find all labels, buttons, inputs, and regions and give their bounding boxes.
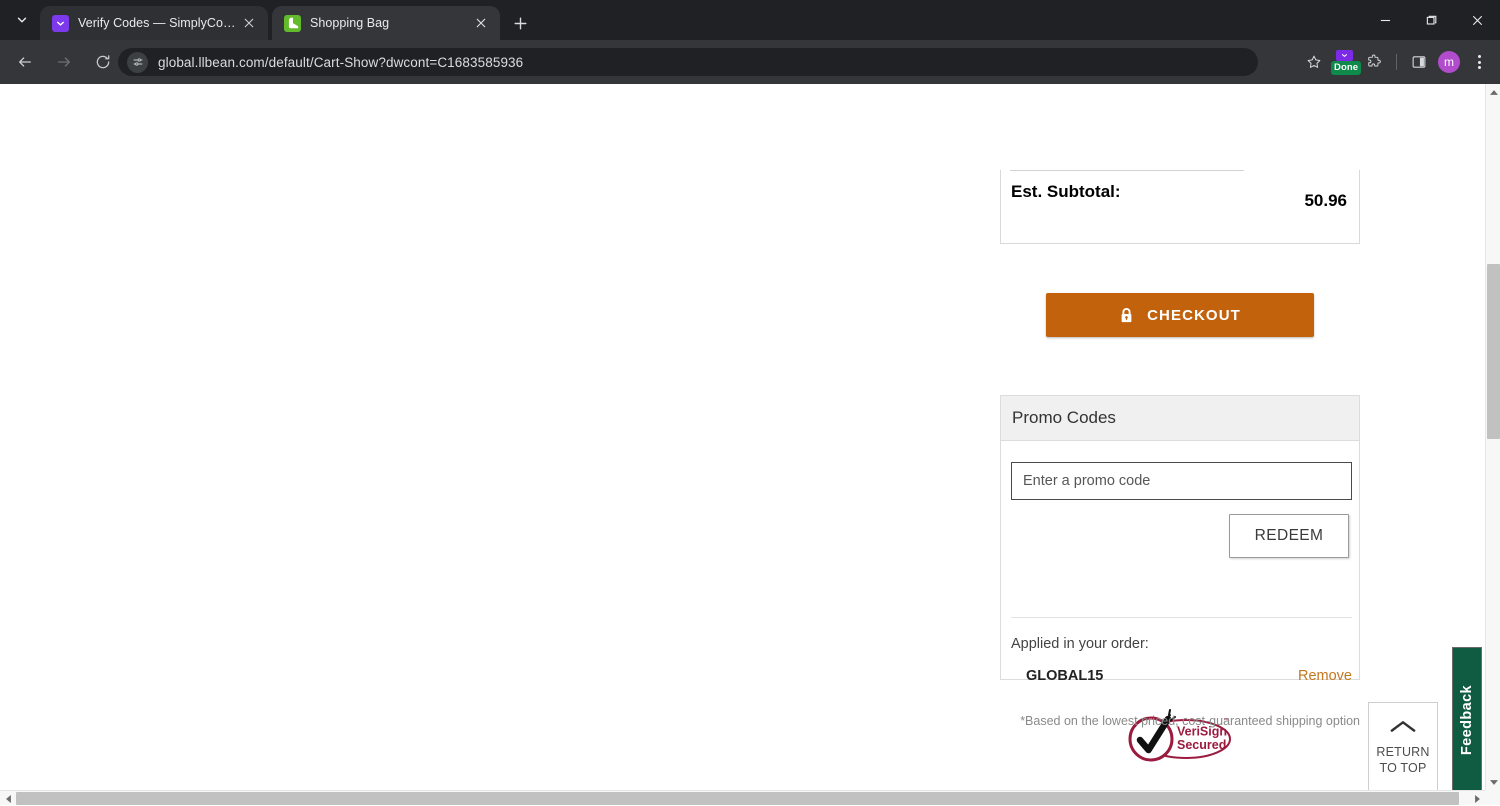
checkout-button-label: CHECKOUT bbox=[1147, 307, 1241, 324]
tab-close-button[interactable] bbox=[239, 12, 260, 34]
back-button[interactable] bbox=[10, 47, 40, 77]
tab-title: Shopping Bag bbox=[310, 16, 389, 30]
feedback-tab[interactable]: Feedback bbox=[1452, 647, 1482, 794]
promo-code-input[interactable] bbox=[1011, 462, 1352, 500]
vertical-scrollbar[interactable] bbox=[1485, 84, 1500, 790]
subtotal-value: 50.96 bbox=[1304, 191, 1347, 211]
star-icon bbox=[1306, 54, 1322, 70]
maximize-icon bbox=[1426, 15, 1437, 26]
horizontal-scrollbar[interactable] bbox=[0, 790, 1500, 805]
promo-codes-header: Promo Codes bbox=[1001, 396, 1359, 441]
tab-close-button[interactable] bbox=[470, 12, 492, 34]
reload-icon bbox=[95, 54, 111, 70]
minimize-icon bbox=[1380, 15, 1391, 26]
browser-menu-button[interactable] bbox=[1464, 47, 1494, 77]
remove-promo-link[interactable]: Remove bbox=[1298, 668, 1352, 684]
return-to-top-label: RETURN TO TOP bbox=[1376, 744, 1429, 776]
browser-window: Verify Codes — SimplyCodes Shopping Bag bbox=[0, 0, 1500, 805]
promo-codes-card: Promo Codes REDEEM Applied in your order… bbox=[1000, 395, 1360, 680]
chevron-up-icon bbox=[1390, 719, 1416, 733]
browser-tab-shopping-bag[interactable]: Shopping Bag bbox=[272, 6, 500, 40]
toolbar-actions: Done m bbox=[1299, 40, 1500, 84]
close-icon bbox=[1472, 15, 1483, 26]
simplycodes-extension-icon bbox=[1336, 50, 1353, 61]
applied-codes-label: Applied in your order: bbox=[1011, 636, 1149, 652]
promo-divider bbox=[1011, 617, 1352, 618]
return-to-top-line1: RETURN bbox=[1376, 745, 1429, 759]
tab-strip: Verify Codes — SimplyCodes Shopping Bag bbox=[0, 0, 1500, 40]
close-window-button[interactable] bbox=[1454, 0, 1500, 40]
redeem-button[interactable]: REDEEM bbox=[1229, 514, 1349, 558]
lock-icon bbox=[1119, 307, 1134, 324]
checkout-button[interactable]: CHECKOUT bbox=[1046, 293, 1314, 337]
page-settings-icon[interactable] bbox=[127, 52, 148, 73]
scrollbar-corner bbox=[1485, 790, 1500, 805]
kebab-menu-icon bbox=[1478, 55, 1481, 69]
minimize-button[interactable] bbox=[1362, 0, 1408, 40]
maximize-button[interactable] bbox=[1408, 0, 1454, 40]
svg-text:Secured: Secured bbox=[1177, 738, 1226, 752]
new-tab-button[interactable] bbox=[506, 9, 534, 37]
side-panel-button[interactable] bbox=[1404, 47, 1434, 77]
scroll-up-button[interactable] bbox=[1486, 84, 1500, 100]
caret-left-icon bbox=[6, 795, 11, 803]
shipping-footnote: *Based on the lowest priced, cost-guaran… bbox=[0, 714, 1360, 728]
forward-icon bbox=[56, 54, 72, 70]
subtotal-label: Est. Subtotal: bbox=[1011, 179, 1161, 204]
tab-search-button[interactable] bbox=[8, 6, 36, 34]
address-bar[interactable]: global.llbean.com/default/Cart-Show?dwco… bbox=[118, 48, 1258, 76]
close-icon bbox=[244, 18, 254, 28]
cart-page: Est. Subtotal: 50.96 CHECKOUT bbox=[0, 84, 1500, 805]
back-icon bbox=[17, 54, 33, 70]
chevron-down-icon bbox=[15, 13, 29, 27]
extension-simplycodes-button[interactable]: Done bbox=[1329, 47, 1359, 77]
avatar: m bbox=[1438, 51, 1460, 73]
subtotal-divider bbox=[1010, 170, 1244, 171]
caret-down-icon bbox=[1490, 780, 1498, 785]
scroll-right-button[interactable] bbox=[1469, 791, 1485, 806]
caret-up-icon bbox=[1490, 90, 1498, 95]
address-bar-url: global.llbean.com/default/Cart-Show?dwco… bbox=[158, 55, 523, 70]
applied-promo-code: GLOBAL15 bbox=[1026, 668, 1103, 684]
bookmark-star-button[interactable] bbox=[1299, 47, 1329, 77]
page-viewport: Est. Subtotal: 50.96 CHECKOUT bbox=[0, 84, 1500, 805]
feedback-tab-label: Feedback bbox=[1459, 685, 1475, 755]
applied-code-row: GLOBAL15 Remove bbox=[1011, 668, 1352, 684]
promo-codes-title: Promo Codes bbox=[1012, 408, 1116, 428]
horizontal-scrollbar-thumb[interactable] bbox=[16, 792, 1459, 805]
vertical-scrollbar-thumb[interactable] bbox=[1487, 264, 1500, 439]
scroll-left-button[interactable] bbox=[0, 791, 16, 806]
browser-tab-verify-codes[interactable]: Verify Codes — SimplyCodes bbox=[40, 6, 268, 40]
scroll-down-button[interactable] bbox=[1486, 774, 1500, 790]
extension-status-badge: Done bbox=[1331, 61, 1361, 76]
plus-icon bbox=[514, 17, 527, 30]
forward-button[interactable] bbox=[49, 47, 79, 77]
return-to-top-line2: TO TOP bbox=[1379, 761, 1426, 775]
window-controls bbox=[1362, 0, 1500, 40]
side-panel-icon bbox=[1411, 54, 1427, 70]
llbean-boot-icon bbox=[284, 15, 301, 32]
extensions-button[interactable] bbox=[1359, 47, 1389, 77]
subtotal-card: Est. Subtotal: 50.96 bbox=[1000, 170, 1360, 244]
toolbar-divider bbox=[1396, 54, 1397, 70]
tab-title: Verify Codes — SimplyCodes bbox=[78, 16, 239, 30]
reload-button[interactable] bbox=[88, 47, 118, 77]
caret-right-icon bbox=[1475, 795, 1480, 803]
promo-codes-body: REDEEM Applied in your order: GLOBAL15 R… bbox=[1001, 441, 1359, 500]
simplycodes-chevron-icon bbox=[52, 15, 69, 32]
profile-avatar-button[interactable]: m bbox=[1434, 47, 1464, 77]
puzzle-piece-icon bbox=[1366, 54, 1382, 70]
close-icon bbox=[476, 18, 486, 28]
